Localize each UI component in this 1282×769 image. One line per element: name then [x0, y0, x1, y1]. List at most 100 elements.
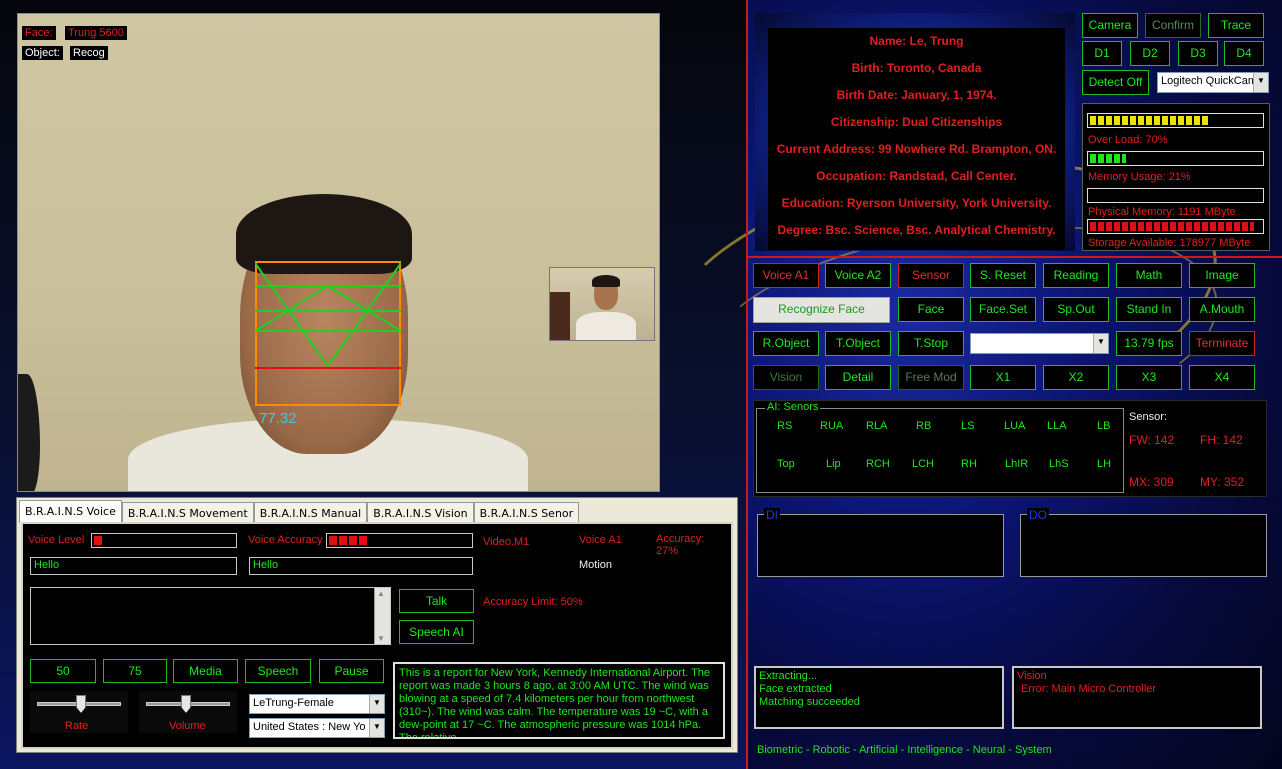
r-object-button[interactable]: R.Object	[753, 331, 819, 356]
camera-device-select[interactable]: Logitech QuickCam ▼	[1157, 72, 1269, 93]
d3-button[interactable]: D3	[1178, 41, 1218, 66]
camera-dark-object	[18, 374, 40, 491]
sensor-lb: LB	[1097, 420, 1111, 432]
volume-slider[interactable]: Volume	[139, 691, 237, 733]
extract-log: Extracting... Face extracted Matching su…	[754, 666, 1004, 729]
vision-button[interactable]: Vision	[753, 365, 819, 390]
do-group: DO	[1020, 508, 1267, 577]
storage-bar	[1087, 219, 1264, 234]
terminate-button[interactable]: Terminate	[1189, 331, 1255, 356]
command-select[interactable]: ▼	[970, 333, 1109, 354]
scroll-up-icon[interactable]: ▲	[377, 589, 385, 598]
overload-label: Over Load: 70%	[1088, 134, 1168, 146]
x4-button[interactable]: X4	[1189, 365, 1255, 390]
chevron-down-icon[interactable]: ▼	[1253, 73, 1268, 92]
a-mouth-button[interactable]: A.Mouth	[1189, 297, 1255, 322]
trace-button[interactable]: Trace	[1208, 13, 1264, 38]
chevron-down-icon[interactable]: ▼	[1093, 334, 1108, 353]
vision-log-error: Error: Main Micro Controller	[1021, 683, 1157, 695]
sensor-lip: Lip	[826, 458, 841, 470]
talk-button[interactable]: Talk	[399, 589, 474, 613]
detect-off-button[interactable]: Detect Off	[1082, 70, 1149, 95]
profile-address: Current Address: 99 Nowhere Rd. Brampton…	[776, 142, 1057, 156]
tab-vision[interactable]: B.R.A.I.N.S Vision	[367, 502, 474, 523]
image-button[interactable]: Image	[1189, 263, 1255, 288]
speech-ai-button[interactable]: Speech AI	[399, 620, 474, 644]
voice-a1-button[interactable]: Voice A1	[753, 263, 819, 288]
voice-level-label: Voice Level	[28, 534, 85, 546]
d1-button[interactable]: D1	[1082, 41, 1122, 66]
chevron-down-icon[interactable]: ▼	[369, 695, 384, 713]
log-line: Face extracted	[759, 683, 832, 695]
accuracy-value: 27%	[656, 545, 679, 557]
tab-movement[interactable]: B.R.A.I.N.S Movement	[121, 502, 254, 523]
camera-button[interactable]: Camera	[1082, 13, 1138, 38]
scroll-down-icon[interactable]: ▼	[377, 634, 385, 643]
sensor-lua: LUA	[1004, 420, 1026, 432]
rate-slider[interactable]: Rate	[30, 691, 128, 733]
btn-75[interactable]: 75	[103, 659, 167, 683]
math-button[interactable]: Math	[1116, 263, 1182, 288]
tab-manual[interactable]: B.R.A.I.N.S Manual	[253, 502, 368, 523]
reading-button[interactable]: Reading	[1043, 263, 1109, 288]
log-line: Matching succeeded	[759, 696, 860, 708]
confirm-button[interactable]: Confirm	[1145, 13, 1201, 38]
vision-log-title: Vision	[1017, 670, 1047, 682]
s-reset-button[interactable]: S. Reset	[970, 263, 1036, 288]
horizontal-divider	[748, 256, 1282, 258]
object-value: Recog	[70, 46, 108, 60]
d4-button[interactable]: D4	[1224, 41, 1264, 66]
voice-accuracy-fill	[329, 536, 368, 545]
media-button[interactable]: Media	[173, 659, 238, 683]
accuracy-limit-label: Accuracy Limit: 50%	[483, 596, 583, 608]
video-m1-label: Video.M1	[483, 536, 530, 548]
sensor-top: Top	[777, 458, 795, 470]
tab-strip: B.R.A.I.N.S Voice B.R.A.I.N.S Movement B…	[19, 500, 580, 523]
t-object-button[interactable]: T.Object	[825, 331, 891, 356]
pause-button[interactable]: Pause	[319, 659, 384, 683]
face-set-button[interactable]: Face.Set	[970, 297, 1036, 322]
face-button[interactable]: Face	[898, 297, 964, 322]
physical-memory-bar	[1087, 188, 1264, 203]
speech-button[interactable]: Speech	[245, 659, 311, 683]
sp-out-button[interactable]: Sp.Out	[1043, 297, 1109, 322]
memory-bar	[1087, 151, 1264, 166]
sensor-my: MY: 352	[1200, 475, 1245, 489]
btn-50[interactable]: 50	[30, 659, 96, 683]
recognize-face-button[interactable]: Recognize Face	[753, 297, 890, 323]
x1-button[interactable]: X1	[970, 365, 1036, 390]
speech-textarea[interactable]: ▲ ▼	[30, 587, 391, 645]
sensor-button[interactable]: Sensor	[898, 263, 964, 288]
profile-education: Education: Ryerson University, York Univ…	[781, 196, 1052, 210]
camera-view[interactable]: Face: Trung 5600 Object: Recog 77.32	[17, 13, 660, 492]
chevron-down-icon[interactable]: ▼	[369, 719, 384, 737]
profile-degree: Degree: Bsc. Science, Bsc. Analytical Ch…	[777, 223, 1056, 237]
detail-button[interactable]: Detail	[825, 365, 891, 390]
ai-senors-group: AI: Senors	[756, 401, 1124, 493]
tab-voice[interactable]: B.R.A.I.N.S Voice	[19, 500, 122, 523]
x2-button[interactable]: X2	[1043, 365, 1109, 390]
thumbnail-background	[550, 292, 570, 340]
thumbnail-hair	[592, 275, 620, 287]
voice-select[interactable]: LeTrung-Female ▼	[249, 694, 385, 714]
voice-input-2[interactable]: Hello	[249, 557, 473, 575]
stand-in-button[interactable]: Stand In	[1116, 297, 1182, 322]
voice-accuracy-label: Voice Accuracy	[248, 534, 323, 546]
free-mod-button[interactable]: Free Mod	[898, 365, 964, 390]
motion-label: Motion	[579, 559, 613, 571]
textarea-scrollbar[interactable]: ▲ ▼	[374, 588, 390, 644]
voice-input-1[interactable]: Hello	[30, 557, 237, 575]
tab-senor[interactable]: B.R.A.I.N.S Senor	[473, 502, 580, 523]
voice-a2-button[interactable]: Voice A2	[825, 263, 891, 288]
camera-device-value: Logitech QuickCam	[1161, 75, 1257, 87]
d2-button[interactable]: D2	[1130, 41, 1170, 66]
t-stop-button[interactable]: T.Stop	[898, 331, 964, 356]
volume-slider-thumb[interactable]	[181, 695, 191, 713]
accuracy-label: Accuracy:	[656, 533, 705, 545]
rate-slider-thumb[interactable]	[76, 695, 86, 713]
region-select[interactable]: United States : New Yo ▼	[249, 718, 385, 738]
x3-button[interactable]: X3	[1116, 365, 1182, 390]
footer-brand: Biometric - Robotic - Artificial - Intel…	[757, 744, 1052, 756]
memory-label: Memory Usage: 21%	[1088, 171, 1191, 183]
sensor-lch: LCH	[912, 458, 935, 470]
